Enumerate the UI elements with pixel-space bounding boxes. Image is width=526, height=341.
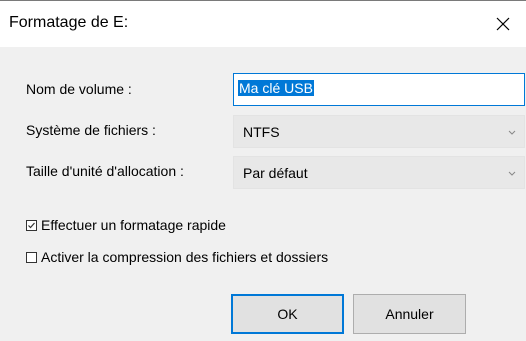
allocation-size-value: Par défaut <box>243 164 308 181</box>
volume-name-input[interactable]: Ma clé USB <box>233 73 525 106</box>
quick-format-label: Effectuer un formatage rapide <box>41 217 226 233</box>
volume-name-label: Nom de volume : <box>26 81 132 97</box>
allocation-size-label: Taille d'unité d'allocation : <box>26 163 184 179</box>
ok-button[interactable]: OK <box>231 294 344 334</box>
filesystem-label: Système de fichiers : <box>26 122 156 138</box>
quick-format-option[interactable]: Effectuer un formatage rapide <box>26 217 226 233</box>
format-dialog: Formatage de E: Nom de volume : Ma clé U… <box>0 0 526 341</box>
allocation-size-select[interactable]: Par défaut <box>233 156 525 189</box>
compression-option[interactable]: Activer la compression des fichiers et d… <box>26 249 328 265</box>
cancel-button[interactable]: Annuler <box>353 294 466 334</box>
close-button[interactable] <box>480 1 526 47</box>
quick-format-checkbox[interactable] <box>26 219 37 231</box>
filesystem-value: NTFS <box>243 123 280 140</box>
window-title: Formatage de E: <box>9 14 129 31</box>
compression-checkbox[interactable] <box>26 251 37 263</box>
close-icon <box>496 17 510 31</box>
chevron-down-icon <box>508 130 516 135</box>
volume-name-value: Ma clé USB <box>238 80 314 96</box>
filesystem-select[interactable]: NTFS <box>233 115 525 148</box>
compression-label: Activer la compression des fichiers et d… <box>41 249 329 265</box>
title-bar: Formatage de E: <box>0 1 526 47</box>
chevron-down-icon <box>508 171 516 176</box>
checkmark-icon <box>28 222 35 228</box>
